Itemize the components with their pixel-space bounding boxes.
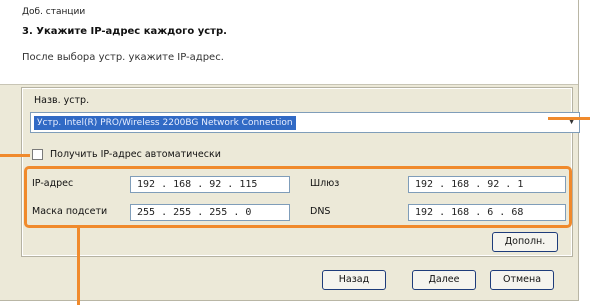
dialog-window: Доб. станции 3. Укажите IP-адрес каждого… [0, 0, 580, 301]
cancel-button[interactable]: Отмена [490, 270, 554, 290]
device-select[interactable]: Устр. Intel(R) PRO/Wireless 2200BG Netwo… [30, 112, 580, 133]
auto-ip-checkbox[interactable] [32, 149, 43, 160]
step-title: 3. Укажите IP-адрес каждого устр. [22, 26, 227, 37]
callout-line-device [548, 117, 590, 120]
device-select-value: Устр. Intel(R) PRO/Wireless 2200BG Netwo… [34, 116, 296, 130]
step-subtitle: После выбора устр. укажите IP-адрес. [22, 52, 224, 63]
next-button[interactable]: Далее [412, 270, 476, 290]
window-title: Доб. станции [22, 7, 86, 17]
device-name-label: Назв. устр. [34, 95, 90, 106]
advanced-button[interactable]: Дополн. [492, 232, 558, 252]
ip-settings-highlight [24, 166, 572, 228]
wizard-header: Доб. станции 3. Укажите IP-адрес каждого… [0, 0, 578, 85]
callout-line-checkbox [0, 154, 30, 157]
callout-line-ip [77, 228, 80, 305]
auto-ip-label: Получить IP-адрес автоматически [50, 149, 221, 160]
back-button[interactable]: Назад [322, 270, 386, 290]
